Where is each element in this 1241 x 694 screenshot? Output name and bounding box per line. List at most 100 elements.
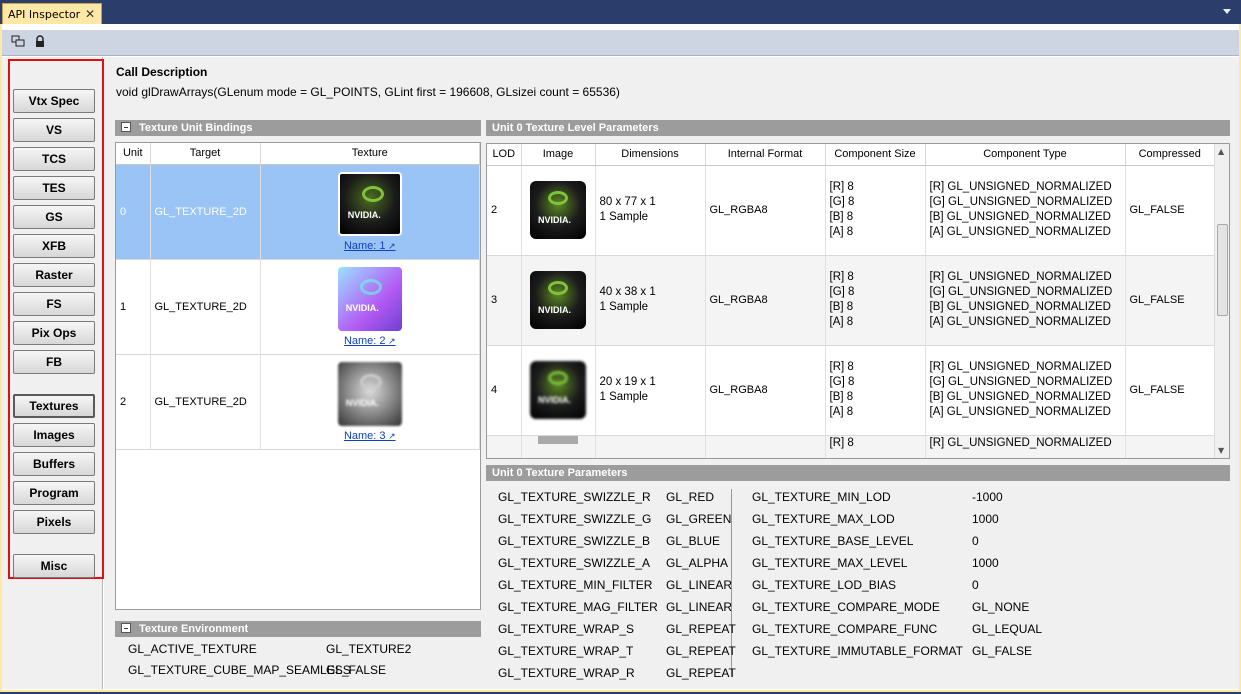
call-description-text: void glDrawArrays(GLenum mode = GL_POINT… xyxy=(116,85,620,99)
nav-button-tes[interactable]: TES xyxy=(13,176,95,200)
texture-environment-header[interactable]: Texture Environment xyxy=(115,621,481,637)
collapse-icon[interactable] xyxy=(121,623,131,633)
column-header[interactable]: Component Size xyxy=(825,144,926,166)
table-row[interactable]: [R] 8 [R] GL_UNSIGNED_NORMALIZED xyxy=(487,435,1215,458)
param-name: GL_TEXTURE_COMPARE_MODE xyxy=(752,600,940,614)
nav-button-gs[interactable]: GS xyxy=(13,205,95,229)
format-cell: GL_RGBA8 xyxy=(705,345,826,436)
lod-cell: 3 xyxy=(487,255,522,346)
env-param-name: GL_ACTIVE_TEXTURE xyxy=(128,642,257,656)
column-header[interactable]: Texture xyxy=(260,143,480,165)
texture-cell: Name: 1 ↗ xyxy=(260,164,480,260)
env-param-value: GL_FALSE xyxy=(326,663,387,677)
column-header[interactable]: Unit xyxy=(116,143,151,165)
unit-cell: 2 xyxy=(116,354,151,450)
texture-name-link[interactable]: Name: 1 ↗ xyxy=(261,240,480,252)
param-value: 0 xyxy=(972,578,979,592)
env-param-name: GL_TEXTURE_CUBE_MAP_SEAMLESS xyxy=(128,663,351,677)
param-value: 0 xyxy=(972,534,979,548)
unit-cell: 0 xyxy=(116,164,151,260)
link-arrow-icon[interactable]: ↗ xyxy=(386,431,396,441)
nav-button-xfb[interactable]: XFB xyxy=(13,234,95,258)
nav-button-vtx-spec[interactable]: Vtx Spec xyxy=(13,89,95,113)
close-icon[interactable]: ✕ xyxy=(85,7,95,21)
windows-icon[interactable] xyxy=(10,35,26,49)
texture-level-parameters-table: LOD Image Dimensions Internal Format Com… xyxy=(486,143,1230,459)
param-value: GL_LINEAR xyxy=(666,600,733,614)
component-type-cell: [R] GL_UNSIGNED_NORMALIZED xyxy=(925,435,1126,458)
nav-button-buffers[interactable]: Buffers xyxy=(13,452,95,476)
component-size-cell: [R] 8 xyxy=(825,435,926,458)
column-header[interactable]: Compressed xyxy=(1125,144,1215,166)
nav-button-pix-ops[interactable]: Pix Ops xyxy=(13,321,95,345)
column-header[interactable]: Dimensions xyxy=(595,144,706,166)
param-value: GL_GREEN xyxy=(666,512,732,526)
samples-text: 1 Sample xyxy=(599,211,649,223)
param-name: GL_TEXTURE_SWIZZLE_B xyxy=(498,534,651,548)
dimensions-text: 80 x 77 x 1 xyxy=(599,196,656,208)
column-header[interactable]: LOD xyxy=(487,144,522,166)
nav-button-fb[interactable]: FB xyxy=(13,350,95,374)
param-value: GL_FALSE xyxy=(972,644,1033,658)
nav-button-vs[interactable]: VS xyxy=(13,118,95,142)
collapse-icon[interactable] xyxy=(121,122,131,132)
target-cell: GL_TEXTURE_2D xyxy=(150,354,261,450)
target-cell: GL_TEXTURE_2D xyxy=(150,259,261,355)
image-cell xyxy=(521,165,596,256)
tab-api-inspector[interactable]: API Inspector ✕ xyxy=(2,3,102,25)
param-value: GL_REPEAT xyxy=(666,666,736,680)
texture-level-parameters-header: Unit 0 Texture Level Parameters xyxy=(486,120,1230,136)
scroll-up-icon[interactable]: ▲ xyxy=(1218,147,1224,156)
link-arrow-icon[interactable]: ↗ xyxy=(386,241,396,251)
toolbar xyxy=(2,30,1239,56)
link-arrow-icon[interactable]: ↗ xyxy=(386,336,396,346)
stage-nav-panel: Vtx Spec VS TCS TES GS XFB Raster FS Pix Ops FB Te… xyxy=(2,57,104,689)
column-header[interactable]: Component Type xyxy=(925,144,1126,166)
param-name: GL_TEXTURE_MAX_LEVEL xyxy=(752,556,908,570)
scroll-down-icon[interactable]: ▼ xyxy=(1218,446,1224,455)
component-size-cell: [R] 8 [G] 8 [B] 8 [A] 8 xyxy=(825,165,926,256)
nav-button-images[interactable]: Images xyxy=(13,423,95,447)
table-row[interactable]: 2 80 x 77 x 1 1 Sample GL_RGBA8 [R] 8[G] … xyxy=(487,165,1215,256)
table-row[interactable]: 1 GL_TEXTURE_2D Name: 2 ↗ xyxy=(116,259,480,355)
main-panel: Call Description void glDrawArrays(GLenu… xyxy=(104,57,1239,689)
texture-unit-bindings-table: Unit Target Texture 0 GL_TEXTURE_2D Name… xyxy=(115,142,481,610)
section-title: Texture Environment xyxy=(139,623,249,635)
param-value: -1000 xyxy=(972,490,1003,504)
table-row[interactable]: 3 40 x 38 x 1 1 Sample GL_RGBA8 [R] 8[G] … xyxy=(487,255,1215,346)
param-name: GL_TEXTURE_SWIZZLE_A xyxy=(498,556,651,570)
nav-button-misc[interactable]: Misc xyxy=(13,554,95,578)
param-name: GL_TEXTURE_LOD_BIAS xyxy=(752,578,897,592)
texture-name-link[interactable]: Name: 2 ↗ xyxy=(261,335,480,347)
component-size-cell: [R] 8 [G] 8 [B] 8 [A] 8 xyxy=(825,345,926,436)
table-row[interactable]: 0 GL_TEXTURE_2D Name: 1 ↗ xyxy=(116,164,480,260)
nav-button-textures[interactable]: Textures xyxy=(13,394,95,418)
tab-title: API Inspector xyxy=(8,8,81,21)
column-header[interactable]: Target xyxy=(150,143,261,165)
scrollbar-thumb[interactable] xyxy=(1217,224,1228,316)
lock-icon[interactable] xyxy=(32,35,48,49)
window-menu-chevron-icon[interactable] xyxy=(1223,9,1231,14)
texture-name-link[interactable]: Name: 3 ↗ xyxy=(261,430,480,442)
column-header[interactable]: Image xyxy=(521,144,596,166)
param-value: GL_REPEAT xyxy=(666,644,736,658)
nav-button-fs[interactable]: FS xyxy=(13,292,95,316)
section-title: Unit 0 Texture Level Parameters xyxy=(492,122,659,134)
nav-button-pixels[interactable]: Pixels xyxy=(13,510,95,534)
texture-parameters-list: GL_TEXTURE_SWIZZLE_R GL_RED GL_TEXTURE_SWI… xyxy=(498,484,1228,684)
dimensions-cell: 20 x 19 x 1 1 Sample xyxy=(595,345,706,436)
nav-button-raster[interactable]: Raster xyxy=(13,263,95,287)
table-row[interactable]: 4 20 x 19 x 1 1 Sample GL_RGBA8 [R] 8[G] … xyxy=(487,345,1215,436)
vertical-scrollbar[interactable]: ▲ ▼ xyxy=(1214,144,1229,458)
param-name: GL_TEXTURE_MIN_FILTER xyxy=(498,578,653,592)
nav-button-tcs[interactable]: TCS xyxy=(13,147,95,171)
column-header[interactable]: Internal Format xyxy=(705,144,826,166)
nav-button-program[interactable]: Program xyxy=(13,481,95,505)
texture-unit-bindings-header[interactable]: Texture Unit Bindings xyxy=(115,120,481,136)
param-name: GL_TEXTURE_IMMUTABLE_FORMAT xyxy=(752,644,963,658)
table-row[interactable]: 2 GL_TEXTURE_2D Name: 3 ↗ xyxy=(116,354,480,450)
compressed-cell: GL_FALSE xyxy=(1125,255,1215,346)
component-type-cell: [R] GL_UNSIGNED_NORMALIZED [G] GL_UNSIGNE… xyxy=(925,165,1126,256)
param-name: GL_TEXTURE_MAX_LOD xyxy=(752,512,895,526)
param-name: GL_TEXTURE_BASE_LEVEL xyxy=(752,534,914,548)
